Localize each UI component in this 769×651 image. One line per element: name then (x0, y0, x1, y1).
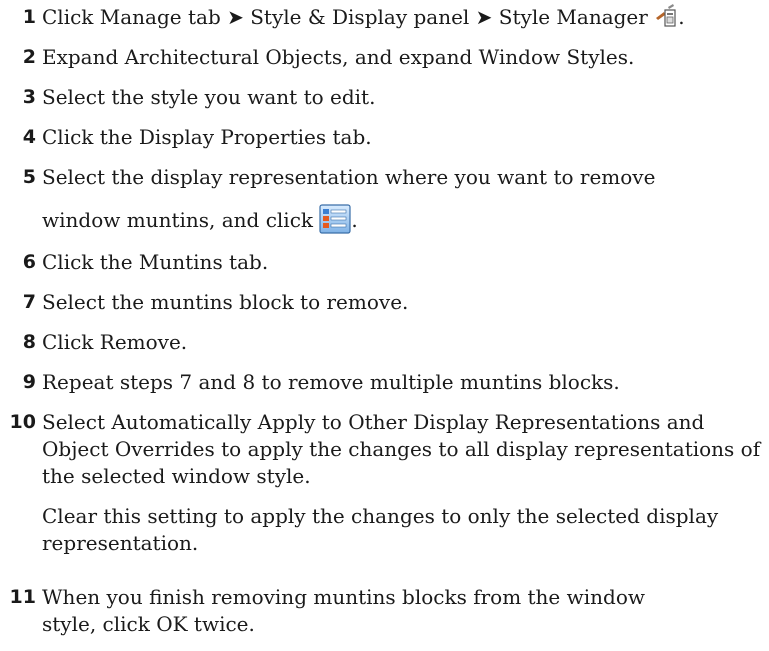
step-text-line1: Select the display representation where … (42, 165, 656, 189)
step-note: Clear this setting to apply the changes … (42, 504, 719, 555)
step-8: 8 Click Remove. (0, 329, 769, 359)
step-number: 7 (22, 291, 36, 313)
step-text: Click Remove. (42, 330, 188, 354)
step-5-line2-text: window muntins, and click (42, 208, 314, 232)
step-number: 4 (22, 126, 36, 148)
style-manager-icon (654, 4, 678, 34)
step-9: 9 Repeat steps 7 and 8 to remove multipl… (0, 369, 769, 399)
step-4: 4 Click the Display Properties tab. (0, 124, 769, 154)
step-number: 1 (22, 6, 36, 28)
step-text: Select Automatically Apply to Other Disp… (42, 410, 761, 488)
step-number: 3 (22, 86, 36, 108)
step-5-period: . (351, 208, 358, 232)
edit-display-properties-icon (319, 204, 351, 240)
step-1: 1 Click Manage tab ➤ Style & Display pan… (0, 4, 769, 34)
step-11: 11 When you finish removing muntins bloc… (0, 584, 769, 644)
step-number: 9 (22, 371, 36, 393)
step-text: When you finish removing muntins blocks … (42, 585, 645, 636)
step-6: 6 Click the Muntins tab. (0, 249, 769, 279)
step-text: Click the Display Properties tab. (42, 125, 372, 149)
step-10: 10 Select Automatically Apply to Other D… (0, 409, 769, 559)
step-text: Click the Muntins tab. (42, 250, 269, 274)
step-1-text: Click Manage tab ➤ Style & Display panel… (42, 5, 648, 29)
step-1-period: . (678, 5, 685, 29)
step-2: 2 Expand Architectural Objects, and expa… (0, 44, 769, 74)
step-number: 5 (22, 166, 36, 188)
step-number: 10 (9, 411, 36, 433)
step-text: Select the style you want to edit. (42, 85, 376, 109)
step-text-line2: window muntins, and click . (42, 204, 358, 240)
step-number: 6 (22, 251, 36, 273)
step-7: 7 Select the muntins block to remove. (0, 289, 769, 319)
step-number: 2 (22, 46, 36, 68)
step-number: 11 (9, 586, 36, 608)
step-number: 8 (22, 331, 36, 353)
step-text: Click Manage tab ➤ Style & Display panel… (42, 4, 685, 34)
step-text: Repeat steps 7 and 8 to remove multiple … (42, 370, 620, 394)
step-5: 5 Select the display representation wher… (0, 164, 769, 240)
step-text: Select the muntins block to remove. (42, 290, 409, 314)
step-text: Expand Architectural Objects, and expand… (42, 45, 635, 69)
step-3: 3 Select the style you want to edit. (0, 84, 769, 114)
